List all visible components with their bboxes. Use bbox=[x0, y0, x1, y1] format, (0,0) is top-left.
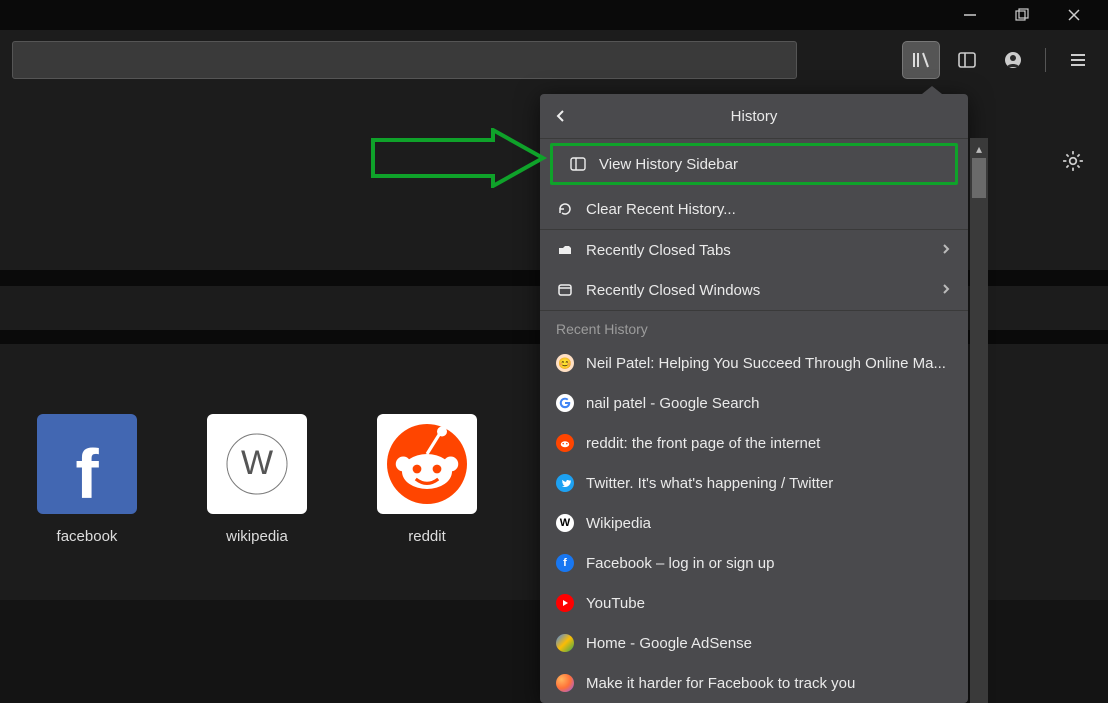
favicon-neilpatel: 😊 bbox=[556, 354, 574, 372]
customize-gear-button[interactable] bbox=[1062, 150, 1084, 177]
favicon-youtube bbox=[556, 594, 574, 612]
history-item[interactable]: Make it harder for Facebook to track you bbox=[540, 663, 968, 703]
top-site-label: wikipedia bbox=[226, 528, 288, 545]
tabs-icon bbox=[556, 242, 574, 258]
popup-header: History bbox=[540, 94, 968, 138]
history-item[interactable]: f Facebook – log in or sign up bbox=[540, 543, 968, 583]
scrollbar-thumb[interactable] bbox=[972, 158, 986, 198]
favicon-twitter bbox=[556, 474, 574, 492]
top-site-label: reddit bbox=[408, 528, 446, 545]
separator bbox=[540, 138, 968, 139]
address-bar[interactable] bbox=[12, 41, 797, 79]
item-label: Twitter. It's what's happening / Twitter bbox=[586, 475, 952, 492]
popup-scrollbar[interactable]: ▴ bbox=[970, 138, 988, 703]
scroll-up-arrow: ▴ bbox=[976, 142, 982, 156]
top-site-label: facebook bbox=[57, 528, 118, 545]
library-button[interactable] bbox=[903, 42, 939, 78]
view-history-sidebar-item[interactable]: View History Sidebar bbox=[553, 146, 955, 182]
favicon-google bbox=[556, 394, 574, 412]
favicon-adsense bbox=[556, 634, 574, 652]
svg-text:W: W bbox=[241, 444, 273, 482]
item-label: View History Sidebar bbox=[599, 156, 939, 173]
recently-closed-windows-item[interactable]: Recently Closed Windows bbox=[540, 270, 968, 310]
facebook-icon: f bbox=[37, 414, 137, 514]
clear-recent-history-item[interactable]: Clear Recent History... bbox=[540, 189, 968, 229]
item-label: nail patel - Google Search bbox=[586, 395, 952, 412]
history-item[interactable]: reddit: the front page of the internet bbox=[540, 423, 968, 463]
wikipedia-icon: W bbox=[207, 414, 307, 514]
item-label: Recently Closed Tabs bbox=[586, 242, 928, 259]
sidebar-icon bbox=[957, 50, 977, 70]
browser-toolbar bbox=[0, 30, 1108, 90]
item-label: Neil Patel: Helping You Succeed Through … bbox=[586, 355, 952, 372]
chevron-right-icon bbox=[940, 242, 952, 259]
history-item[interactable]: W Wikipedia bbox=[540, 503, 968, 543]
item-label: Recently Closed Windows bbox=[586, 282, 928, 299]
top-site-reddit[interactable]: reddit bbox=[372, 414, 482, 545]
favicon-facebook: f bbox=[556, 554, 574, 572]
item-label: reddit: the front page of the internet bbox=[586, 435, 952, 452]
history-popup: History View History Sidebar Clear Recen… bbox=[540, 94, 968, 703]
favicon-reddit bbox=[556, 434, 574, 452]
gear-icon bbox=[1062, 150, 1084, 172]
back-button[interactable] bbox=[540, 109, 580, 123]
chevron-right-icon bbox=[940, 282, 952, 299]
recently-closed-tabs-item[interactable]: Recently Closed Tabs bbox=[540, 230, 968, 270]
window-titlebar bbox=[0, 0, 1108, 30]
history-item[interactable]: nail patel - Google Search bbox=[540, 383, 968, 423]
recent-history-heading: Recent History bbox=[540, 311, 968, 343]
highlight-box: View History Sidebar bbox=[550, 143, 958, 185]
popup-title: History bbox=[540, 108, 968, 125]
reddit-icon bbox=[377, 414, 477, 514]
chevron-left-icon bbox=[554, 109, 568, 123]
app-menu-button[interactable] bbox=[1060, 42, 1096, 78]
account-button[interactable] bbox=[995, 42, 1031, 78]
history-clear-icon bbox=[556, 201, 574, 217]
library-icon bbox=[911, 50, 931, 70]
item-label: YouTube bbox=[586, 595, 952, 612]
item-label: Make it harder for Facebook to track you bbox=[586, 675, 952, 692]
toolbar-buttons bbox=[903, 42, 1096, 78]
item-label: Home - Google AdSense bbox=[586, 635, 952, 652]
maximize-button[interactable] bbox=[1006, 3, 1038, 27]
top-site-wikipedia[interactable]: W wikipedia bbox=[202, 414, 312, 545]
top-site-facebook[interactable]: f facebook bbox=[32, 414, 142, 545]
favicon-wikipedia: W bbox=[556, 514, 574, 532]
history-item[interactable]: YouTube bbox=[540, 583, 968, 623]
windows-icon bbox=[556, 282, 574, 298]
history-item[interactable]: 😊 Neil Patel: Helping You Succeed Throug… bbox=[540, 343, 968, 383]
minimize-button[interactable] bbox=[954, 3, 986, 27]
favicon-firefox bbox=[556, 674, 574, 692]
history-item[interactable]: Twitter. It's what's happening / Twitter bbox=[540, 463, 968, 503]
item-label: Clear Recent History... bbox=[586, 201, 952, 218]
sidebars-button[interactable] bbox=[949, 42, 985, 78]
hamburger-icon bbox=[1068, 50, 1088, 70]
account-icon bbox=[1003, 50, 1023, 70]
toolbar-divider bbox=[1045, 48, 1046, 72]
item-label: Wikipedia bbox=[586, 515, 952, 532]
history-item[interactable]: Home - Google AdSense bbox=[540, 623, 968, 663]
sidebar-icon bbox=[569, 156, 587, 172]
close-button[interactable] bbox=[1058, 3, 1090, 27]
popup-arrow bbox=[922, 86, 942, 94]
item-label: Facebook – log in or sign up bbox=[586, 555, 952, 572]
